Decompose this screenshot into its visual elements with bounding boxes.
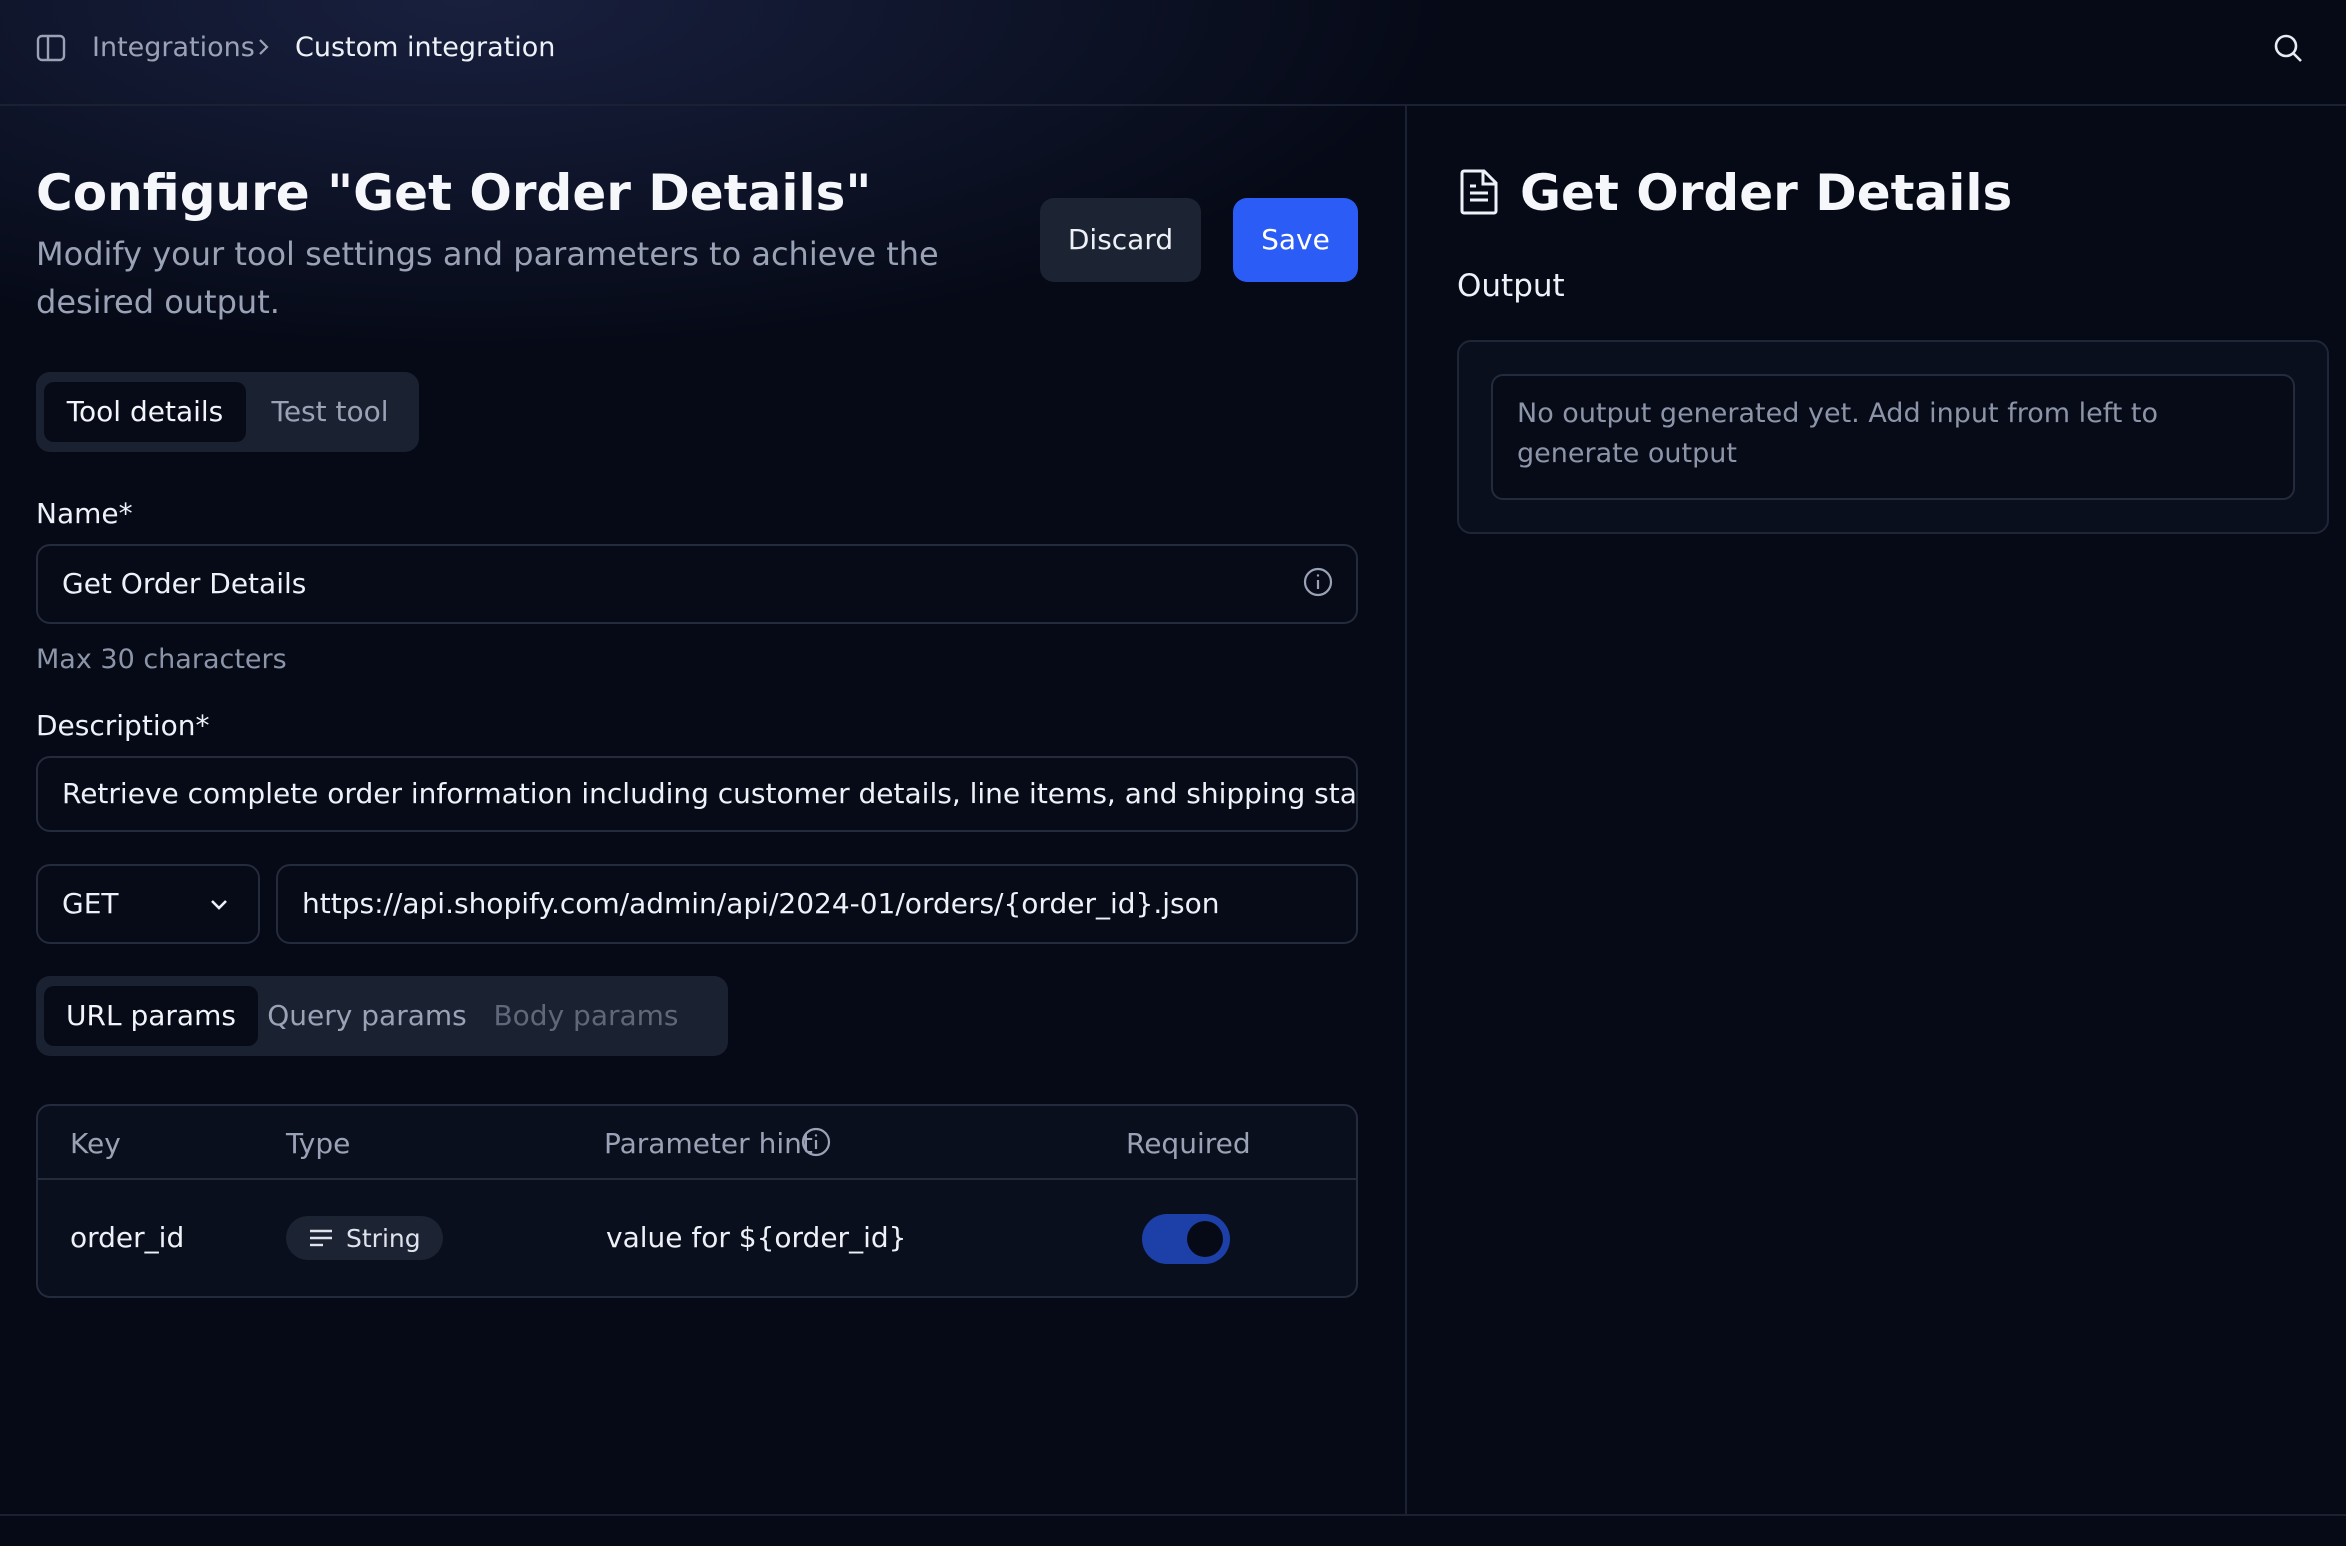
type-badge[interactable]: String xyxy=(286,1216,443,1260)
search-icon[interactable] xyxy=(2272,32,2304,64)
save-button[interactable]: Save xyxy=(1233,198,1358,282)
column-parameter-hint: Parameter hint xyxy=(604,1127,813,1160)
description-value: Retrieve complete order information incl… xyxy=(62,777,1358,810)
description-label: Description* xyxy=(36,709,210,742)
top-bar: Integrations Custom integration xyxy=(0,0,2346,106)
toggle-knob xyxy=(1187,1221,1223,1257)
breadcrumb-custom-integration: Custom integration xyxy=(295,32,556,63)
text-lines-icon xyxy=(310,1229,332,1247)
tab-test-tool[interactable]: Test tool xyxy=(250,382,410,442)
document-icon xyxy=(1460,169,1498,215)
column-required: Required xyxy=(1126,1127,1251,1160)
app-window: Integrations Custom integration Configur… xyxy=(0,0,2346,1546)
output-title: Get Order Details xyxy=(1520,164,2013,222)
output-placeholder: No output generated yet. Add input from … xyxy=(1517,398,2159,469)
output-label: Output xyxy=(1457,268,1565,304)
bottom-divider xyxy=(0,1514,2346,1516)
required-toggle[interactable] xyxy=(1142,1214,1230,1264)
discard-button[interactable]: Discard xyxy=(1040,198,1201,282)
page-title: Configure "Get Order Details" xyxy=(36,164,872,222)
params-table: Key Type Parameter hint Required order_i… xyxy=(36,1104,1358,1298)
type-label: String xyxy=(346,1223,421,1253)
table-header: Key Type Parameter hint Required xyxy=(38,1106,1356,1180)
column-key: Key xyxy=(70,1127,121,1160)
output-card: No output generated yet. Add input from … xyxy=(1457,340,2329,534)
tab-query-params[interactable]: Query params xyxy=(262,986,472,1046)
url-input[interactable]: https://api.shopify.com/admin/api/2024-0… xyxy=(276,864,1358,944)
param-tabs: URL params Query params Body params xyxy=(36,976,728,1056)
description-field[interactable]: Retrieve complete order information incl… xyxy=(36,756,1358,832)
output-box: No output generated yet. Add input from … xyxy=(1491,374,2295,500)
param-key: order_id xyxy=(70,1221,185,1254)
chevron-down-icon xyxy=(211,900,227,910)
name-helper-text: Max 30 characters xyxy=(36,644,287,675)
info-icon[interactable] xyxy=(1302,566,1334,598)
name-value: Get Order Details xyxy=(62,567,307,600)
tool-tabs: Tool details Test tool xyxy=(36,372,419,452)
method-select[interactable]: GET xyxy=(36,864,260,944)
info-icon[interactable] xyxy=(800,1126,832,1158)
url-value: https://api.shopify.com/admin/api/2024-0… xyxy=(302,887,1220,920)
sidebar-toggle-icon[interactable] xyxy=(36,33,66,63)
name-field[interactable]: Get Order Details xyxy=(36,544,1358,624)
tab-url-params[interactable]: URL params xyxy=(44,986,258,1046)
panel-divider xyxy=(1405,106,1407,1516)
tab-tool-details[interactable]: Tool details xyxy=(44,382,246,442)
name-label: Name* xyxy=(36,497,133,530)
tab-body-params: Body params xyxy=(493,999,679,1032)
breadcrumb-integrations[interactable]: Integrations xyxy=(92,30,255,66)
column-type: Type xyxy=(286,1127,351,1160)
param-hint: value for ${order_id} xyxy=(606,1221,907,1254)
page-subtitle: Modify your tool settings and parameters… xyxy=(36,235,939,321)
method-value: GET xyxy=(62,887,119,920)
chevron-right-icon xyxy=(259,39,269,55)
